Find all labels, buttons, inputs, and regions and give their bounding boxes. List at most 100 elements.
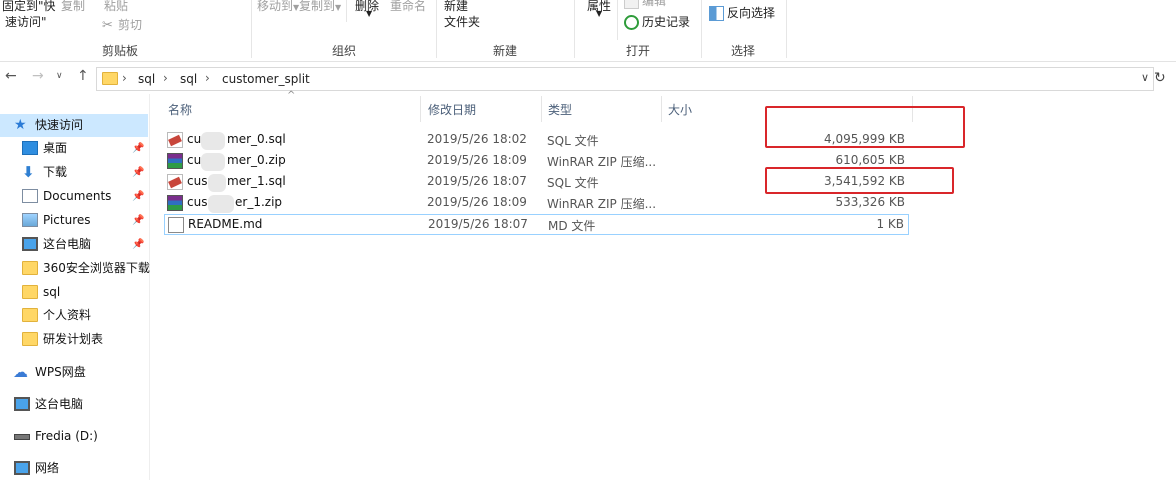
new-folder-button[interactable]: 新建 — [444, 0, 468, 14]
nav-item-documents[interactable]: Documents 📌 — [0, 185, 148, 208]
nav-item-folder[interactable]: 研发计划表 — [0, 328, 148, 351]
nav-item-this-pc-pinned[interactable]: 这台电脑 📌 — [0, 233, 148, 256]
nav-label: 个人资料 — [43, 308, 92, 322]
nav-label: 桌面 — [43, 141, 68, 155]
computer-icon — [14, 397, 30, 411]
file-size: 533,326 KB — [835, 195, 905, 209]
ribbon-divider — [701, 0, 702, 58]
dropdown-arrow-icon: ▼ — [366, 9, 373, 18]
recent-locations-chevron-icon[interactable]: ∨ — [56, 71, 63, 81]
history-button[interactable]: 历史记录 — [624, 13, 690, 30]
nav-item-folder[interactable]: sql — [0, 281, 148, 304]
invert-selection-button[interactable]: 反向选择 — [709, 4, 775, 21]
file-row[interactable]: README.md 2019/5/26 18:07 MD 文件 1 KB — [164, 214, 909, 235]
organize-group-label: 组织 — [331, 44, 356, 58]
new-group-label: 新建 — [492, 44, 517, 58]
nav-label: 这台电脑 — [43, 237, 92, 251]
nav-label: 360安全浏览器下载 — [43, 261, 150, 275]
folder-icon — [102, 72, 118, 85]
network-icon — [14, 461, 30, 475]
cut-button[interactable]: ✂ 剪切 — [100, 16, 142, 33]
file-row[interactable]: cus er_1.zip 2019/5/26 18:09 WinRAR ZIP … — [164, 193, 909, 214]
drive-icon — [14, 434, 30, 440]
breadcrumb-item[interactable]: sql — [180, 72, 197, 86]
breadcrumb-chevron-icon[interactable]: › — [205, 71, 210, 85]
breadcrumb-chevron-icon[interactable]: › — [122, 71, 127, 85]
nav-label: Pictures — [43, 213, 91, 227]
column-header-size[interactable]: 大小 — [668, 98, 748, 124]
nav-label: Documents — [43, 189, 112, 203]
forward-arrow-icon[interactable]: → — [32, 68, 44, 84]
file-date: 2019/5/26 18:07 — [428, 217, 528, 231]
file-name: mer_0.zip — [227, 153, 286, 167]
copy-to-button[interactable]: 复制到▼ — [299, 0, 341, 14]
invert-selection-label: 反向选择 — [727, 6, 776, 20]
nav-item-folder[interactable]: 360安全浏览器下载 — [0, 257, 150, 280]
new-folder-label: 新建 — [444, 0, 469, 13]
nav-item-folder[interactable]: 个人资料 — [0, 304, 148, 327]
copy-button[interactable]: 复制 — [61, 0, 85, 14]
column-header-type[interactable]: 类型 — [548, 98, 658, 124]
column-divider[interactable] — [541, 96, 542, 122]
file-name-prefix: cu — [187, 153, 202, 167]
column-divider[interactable] — [661, 96, 662, 122]
nav-item-this-pc[interactable]: 这台电脑 — [0, 393, 148, 416]
pin-quick-access-label-line2: 速访问" — [5, 15, 47, 29]
file-name-prefix: cu — [187, 132, 202, 146]
file-size: 1 KB — [876, 217, 904, 231]
copy-to-label: 复制到 — [299, 0, 336, 13]
column-header-date[interactable]: 修改日期 — [428, 98, 538, 124]
file-name-prefix: cus — [187, 174, 208, 188]
address-bar[interactable]: › sql › sql › customer_split ∨ — [96, 67, 1154, 91]
nav-item-desktop[interactable]: 桌面 📌 — [0, 137, 148, 160]
column-divider[interactable] — [420, 96, 421, 122]
nav-item-drive[interactable]: Fredia (D:) — [0, 425, 148, 448]
pin-icon: 📌 — [132, 239, 145, 250]
up-arrow-icon[interactable]: ↑ — [77, 68, 89, 84]
file-type: SQL 文件 — [547, 176, 599, 190]
navigation-pane: ★ 快速访问 桌面 📌 ⬇ 下载 📌 Documents 📌 Pictures … — [0, 94, 150, 480]
pin-quick-access-label: 固定到"快 — [2, 0, 56, 13]
ribbon-divider — [574, 0, 575, 58]
nav-label: WPS网盘 — [35, 365, 86, 379]
rename-button[interactable]: 重命名 — [390, 0, 426, 14]
nav-quick-access[interactable]: ★ 快速访问 — [0, 114, 148, 137]
move-to-button[interactable]: 移动到▼ — [257, 0, 299, 14]
desktop-icon — [22, 141, 38, 155]
clipboard-group-label: 剪贴板 — [101, 44, 138, 58]
nav-item-network[interactable]: 网络 — [0, 457, 148, 480]
history-icon — [624, 15, 639, 30]
move-to-label: 移动到 — [257, 0, 294, 13]
file-name-prefix: cus — [187, 195, 208, 209]
breadcrumb-chevron-icon[interactable]: › — [163, 71, 168, 85]
nav-label: 研发计划表 — [43, 332, 104, 346]
folder-icon — [22, 332, 38, 346]
edit-icon — [624, 0, 639, 9]
address-dropdown-icon[interactable]: ∨ — [1141, 71, 1149, 84]
refresh-icon[interactable]: ↻ — [1154, 70, 1166, 86]
nav-label: 网络 — [35, 461, 60, 475]
redacted-blur — [208, 174, 226, 192]
zip-archive-icon — [167, 153, 183, 169]
nav-item-wps-cloud[interactable]: ☁ WPS网盘 — [0, 361, 148, 384]
pin-icon: 📌 — [132, 215, 145, 226]
star-icon: ★ — [14, 117, 27, 133]
edit-button[interactable]: 编辑 — [624, 0, 666, 9]
redacted-blur — [201, 153, 225, 171]
file-name: mer_1.sql — [227, 174, 286, 188]
zip-archive-icon — [167, 195, 183, 211]
pin-quick-access-button[interactable]: 固定到"快 — [2, 0, 56, 14]
nav-item-downloads[interactable]: ⬇ 下载 📌 — [0, 161, 148, 184]
ribbon-divider — [251, 0, 252, 58]
column-header-name[interactable]: 名称 — [168, 98, 416, 124]
breadcrumb-item[interactable]: sql — [138, 72, 155, 86]
dropdown-arrow-icon: ▼ — [335, 3, 342, 12]
paste-button[interactable]: 粘贴 — [104, 0, 128, 14]
nav-item-pictures[interactable]: Pictures 📌 — [0, 209, 148, 232]
nav-label: 快速访问 — [35, 118, 84, 132]
back-arrow-icon[interactable]: ← — [5, 68, 17, 84]
sql-file-icon — [167, 174, 183, 190]
breadcrumb-item[interactable]: customer_split — [222, 72, 310, 86]
file-type: WinRAR ZIP 压缩... — [547, 197, 657, 211]
pin-icon: 📌 — [132, 143, 145, 154]
